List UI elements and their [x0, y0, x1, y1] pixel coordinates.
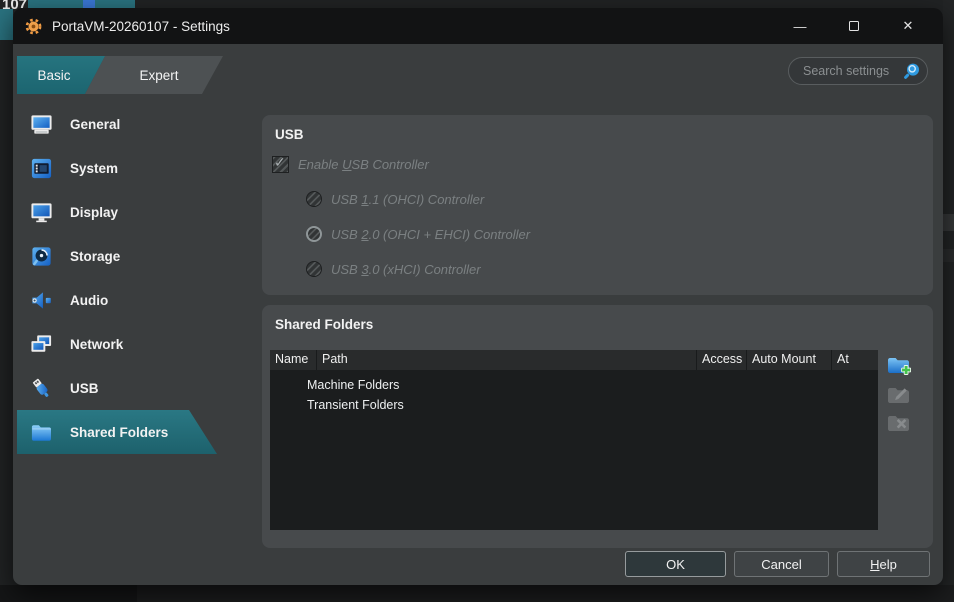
background-right-strip [943, 0, 954, 602]
maximize-button[interactable] [827, 8, 881, 44]
enable-usb-controller-label: Enable USB Controller [298, 157, 429, 172]
general-monitor-icon [30, 113, 53, 136]
title-bar[interactable]: PortaVM-20260107 - Settings — ✕ [13, 8, 943, 44]
sidebar-item-network[interactable]: Network [17, 322, 222, 366]
usb-2-radio [306, 226, 322, 242]
usb-panel-title: USB [275, 127, 304, 142]
sidebar-item-storage[interactable]: Storage [17, 234, 222, 278]
tab-basic-label: Basic [37, 68, 70, 83]
close-button[interactable]: ✕ [881, 8, 935, 44]
table-row-transient-folders[interactable]: Transient Folders [307, 395, 404, 415]
display-monitor-icon [30, 201, 53, 224]
search-settings-box[interactable] [788, 57, 928, 85]
minimize-icon: — [794, 19, 807, 34]
maximize-icon [849, 21, 859, 31]
column-header-path[interactable]: Path [317, 350, 697, 370]
sidebar-item-label: General [70, 117, 120, 132]
column-header-name[interactable]: Name [270, 350, 317, 370]
system-chip-icon [30, 157, 53, 180]
shared-folders-panel: Shared Folders Name Path Access Auto Mou… [262, 305, 933, 548]
table-row-machine-folders[interactable]: Machine Folders [307, 375, 399, 395]
background-bottom-strip [137, 585, 954, 602]
usb-1-label: USB 1.1 (OHCI) Controller [331, 192, 484, 207]
search-icon[interactable] [903, 62, 921, 80]
sidebar-item-label: System [70, 161, 118, 176]
sidebar-item-label: Shared Folders [70, 425, 168, 440]
sidebar-item-label: Network [70, 337, 123, 352]
sidebar-item-system[interactable]: System [17, 146, 222, 190]
tab-expert[interactable]: Expert [85, 56, 223, 94]
column-header-at[interactable]: At [832, 350, 878, 370]
usb-3-radio [306, 261, 322, 277]
sidebar-item-label: Display [70, 205, 118, 220]
enable-usb-controller-checkbox: ✓ [272, 156, 289, 173]
usb-plug-icon [30, 377, 53, 400]
usb-2-label: USB 2.0 (OHCI + EHCI) Controller [331, 227, 530, 242]
checkmark-icon: ✓ [274, 154, 286, 171]
usb-3-label: USB 3.0 (xHCI) Controller [331, 262, 481, 277]
sidebar-item-display[interactable]: Display [17, 190, 222, 234]
cancel-button[interactable]: Cancel [734, 551, 829, 577]
sidebar-item-shared-folders[interactable]: Shared Folders [17, 410, 222, 454]
sidebar-item-label: Storage [70, 249, 120, 264]
usb-1-radio [306, 191, 322, 207]
gear-app-icon [25, 18, 42, 35]
settings-dialog: PortaVM-20260107 - Settings — ✕ Expert B… [13, 8, 943, 585]
add-shared-folder-button[interactable] [887, 355, 911, 377]
help-button[interactable]: Help [837, 551, 930, 577]
sidebar-item-label: Audio [70, 293, 108, 308]
shared-folders-table[interactable]: Name Path Access Auto Mount At Machine F… [270, 350, 878, 530]
sidebar-item-usb[interactable]: USB [17, 366, 222, 410]
network-screens-icon [30, 333, 53, 356]
shared-folder-icon [30, 421, 53, 444]
column-header-auto-mount[interactable]: Auto Mount [747, 350, 832, 370]
search-input[interactable] [789, 64, 903, 78]
ok-button[interactable]: OK [625, 551, 726, 577]
background-window-accent [0, 9, 13, 40]
shared-folders-panel-title: Shared Folders [275, 317, 373, 332]
storage-disk-icon [30, 245, 53, 268]
sidebar-item-label: USB [70, 381, 99, 396]
audio-speaker-icon [30, 289, 53, 312]
edit-shared-folder-button [887, 385, 911, 407]
usb-settings-panel: USB ✓ Enable USB Controller USB 1.1 (OHC… [262, 115, 933, 295]
sidebar-item-audio[interactable]: Audio [17, 278, 222, 322]
tab-expert-label: Expert [139, 68, 178, 83]
sidebar-item-general[interactable]: General [17, 102, 222, 146]
table-header-row: Name Path Access Auto Mount At [270, 350, 878, 370]
background-band [943, 214, 954, 231]
column-header-access[interactable]: Access [697, 350, 747, 370]
remove-shared-folder-button [887, 413, 911, 435]
background-band [943, 249, 954, 262]
minimize-button[interactable]: — [773, 8, 827, 44]
window-title: PortaVM-20260107 - Settings [52, 19, 230, 34]
close-icon: ✕ [903, 18, 914, 34]
